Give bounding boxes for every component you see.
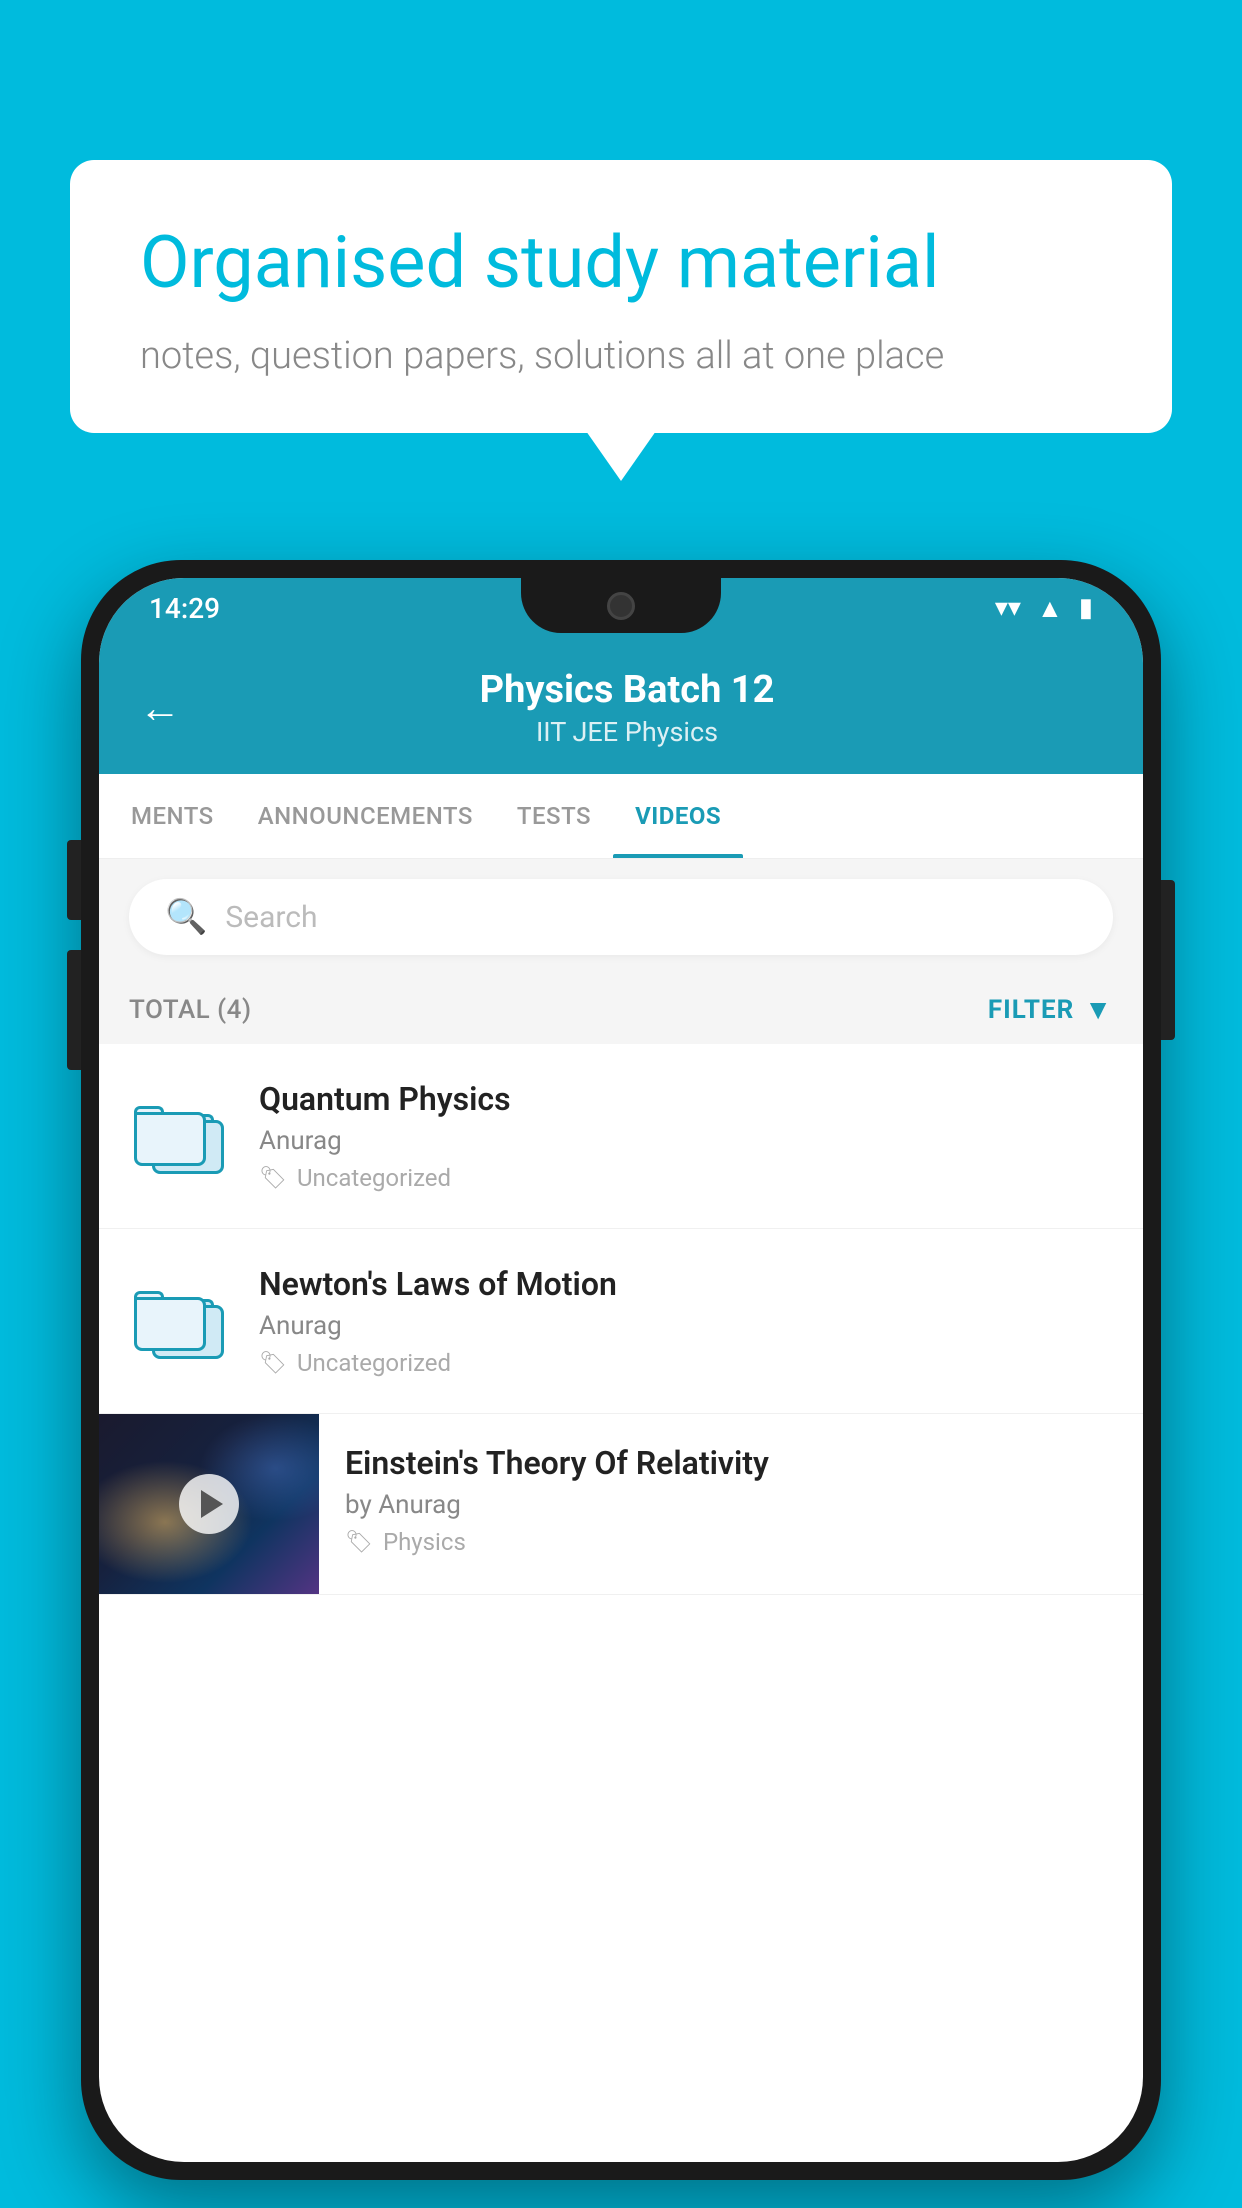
tag-icon: 🏷 <box>259 1166 287 1191</box>
tab-ments[interactable]: MENTS <box>109 774 236 858</box>
item-tag: 🏷 Uncategorized <box>259 1164 1113 1192</box>
list-item[interactable]: Quantum Physics Anurag 🏷 Uncategorized <box>99 1044 1143 1229</box>
tab-videos[interactable]: VIDEOS <box>613 774 743 858</box>
play-icon <box>201 1490 223 1518</box>
speech-bubble-card: Organised study material notes, question… <box>70 160 1172 433</box>
item-tag: 🏷 Physics <box>345 1528 1117 1556</box>
search-container: 🔍 Search <box>99 859 1143 975</box>
filter-button[interactable]: FILTER ▼ <box>988 993 1113 1026</box>
item-tag: 🏷 Uncategorized <box>259 1349 1113 1377</box>
total-count: TOTAL (4) <box>129 995 252 1025</box>
phone-outer: 14:29 ▾▾ ▲ ▮ ← Physics Batch 12 IIT JEE … <box>81 560 1161 2180</box>
tag-icon: 🏷 <box>345 1530 373 1555</box>
tab-announcements[interactable]: ANNOUNCEMENTS <box>236 774 495 858</box>
wifi-icon: ▾▾ <box>995 593 1021 623</box>
search-bar[interactable]: 🔍 Search <box>129 879 1113 955</box>
back-button[interactable]: ← <box>139 684 181 733</box>
phone-button-left2 <box>67 950 81 1070</box>
signal-icon: ▲ <box>1037 593 1063 624</box>
item-title: Einstein's Theory Of Relativity <box>345 1444 1117 1482</box>
item-title: Quantum Physics <box>259 1080 1113 1118</box>
folder-front <box>134 1112 206 1166</box>
search-placeholder[interactable]: Search <box>225 900 317 935</box>
folder-front <box>134 1297 206 1351</box>
search-icon: 🔍 <box>165 897 207 937</box>
item-text: Quantum Physics Anurag 🏷 Uncategorized <box>259 1080 1113 1192</box>
item-icon-wrap <box>129 1098 229 1174</box>
battery-icon: ▮ <box>1079 593 1093 623</box>
folder-icon <box>134 1098 224 1174</box>
play-button[interactable] <box>179 1474 239 1534</box>
header-subtitle: IIT JEE Physics <box>211 716 1043 748</box>
bubble-subtext: notes, question papers, solutions all at… <box>140 334 1102 378</box>
item-text: Einstein's Theory Of Relativity by Anura… <box>319 1414 1143 1586</box>
video-thumbnail <box>99 1414 319 1594</box>
item-author: by Anurag <box>345 1490 1117 1520</box>
item-text: Newton's Laws of Motion Anurag 🏷 Uncateg… <box>259 1265 1113 1377</box>
header-title-group: Physics Batch 12 IIT JEE Physics <box>211 668 1103 748</box>
bubble-heading: Organised study material <box>140 220 1102 306</box>
filter-funnel-icon: ▼ <box>1084 993 1113 1026</box>
phone-button-right <box>1161 880 1175 1040</box>
header-main-title: Physics Batch 12 <box>211 668 1043 712</box>
tag-label: Uncategorized <box>297 1349 451 1377</box>
filter-label: FILTER <box>988 995 1074 1025</box>
list-item[interactable]: Newton's Laws of Motion Anurag 🏷 Uncateg… <box>99 1229 1143 1414</box>
item-author: Anurag <box>259 1311 1113 1341</box>
app-header: ← Physics Batch 12 IIT JEE Physics <box>99 638 1143 774</box>
tag-label: Physics <box>383 1528 466 1556</box>
tabs-bar: MENTS ANNOUNCEMENTS TESTS VIDEOS <box>99 774 1143 859</box>
item-title: Newton's Laws of Motion <box>259 1265 1113 1303</box>
front-camera <box>607 592 635 620</box>
tag-icon: 🏷 <box>259 1351 287 1376</box>
folder-icon <box>134 1283 224 1359</box>
tab-tests[interactable]: TESTS <box>495 774 613 858</box>
phone-button-left <box>67 840 81 920</box>
phone-notch <box>521 578 721 633</box>
tag-label: Uncategorized <box>297 1164 451 1192</box>
item-icon-wrap <box>129 1283 229 1359</box>
filter-bar: TOTAL (4) FILTER ▼ <box>99 975 1143 1044</box>
item-author: Anurag <box>259 1126 1113 1156</box>
content-list: Quantum Physics Anurag 🏷 Uncategorized <box>99 1044 1143 1595</box>
phone-frame: 14:29 ▾▾ ▲ ▮ ← Physics Batch 12 IIT JEE … <box>81 560 1161 2180</box>
speech-bubble-section: Organised study material notes, question… <box>70 160 1172 433</box>
list-item[interactable]: Einstein's Theory Of Relativity by Anura… <box>99 1414 1143 1595</box>
status-icons: ▾▾ ▲ ▮ <box>995 593 1093 624</box>
status-time: 14:29 <box>149 592 220 625</box>
phone-screen: 14:29 ▾▾ ▲ ▮ ← Physics Batch 12 IIT JEE … <box>99 578 1143 2162</box>
